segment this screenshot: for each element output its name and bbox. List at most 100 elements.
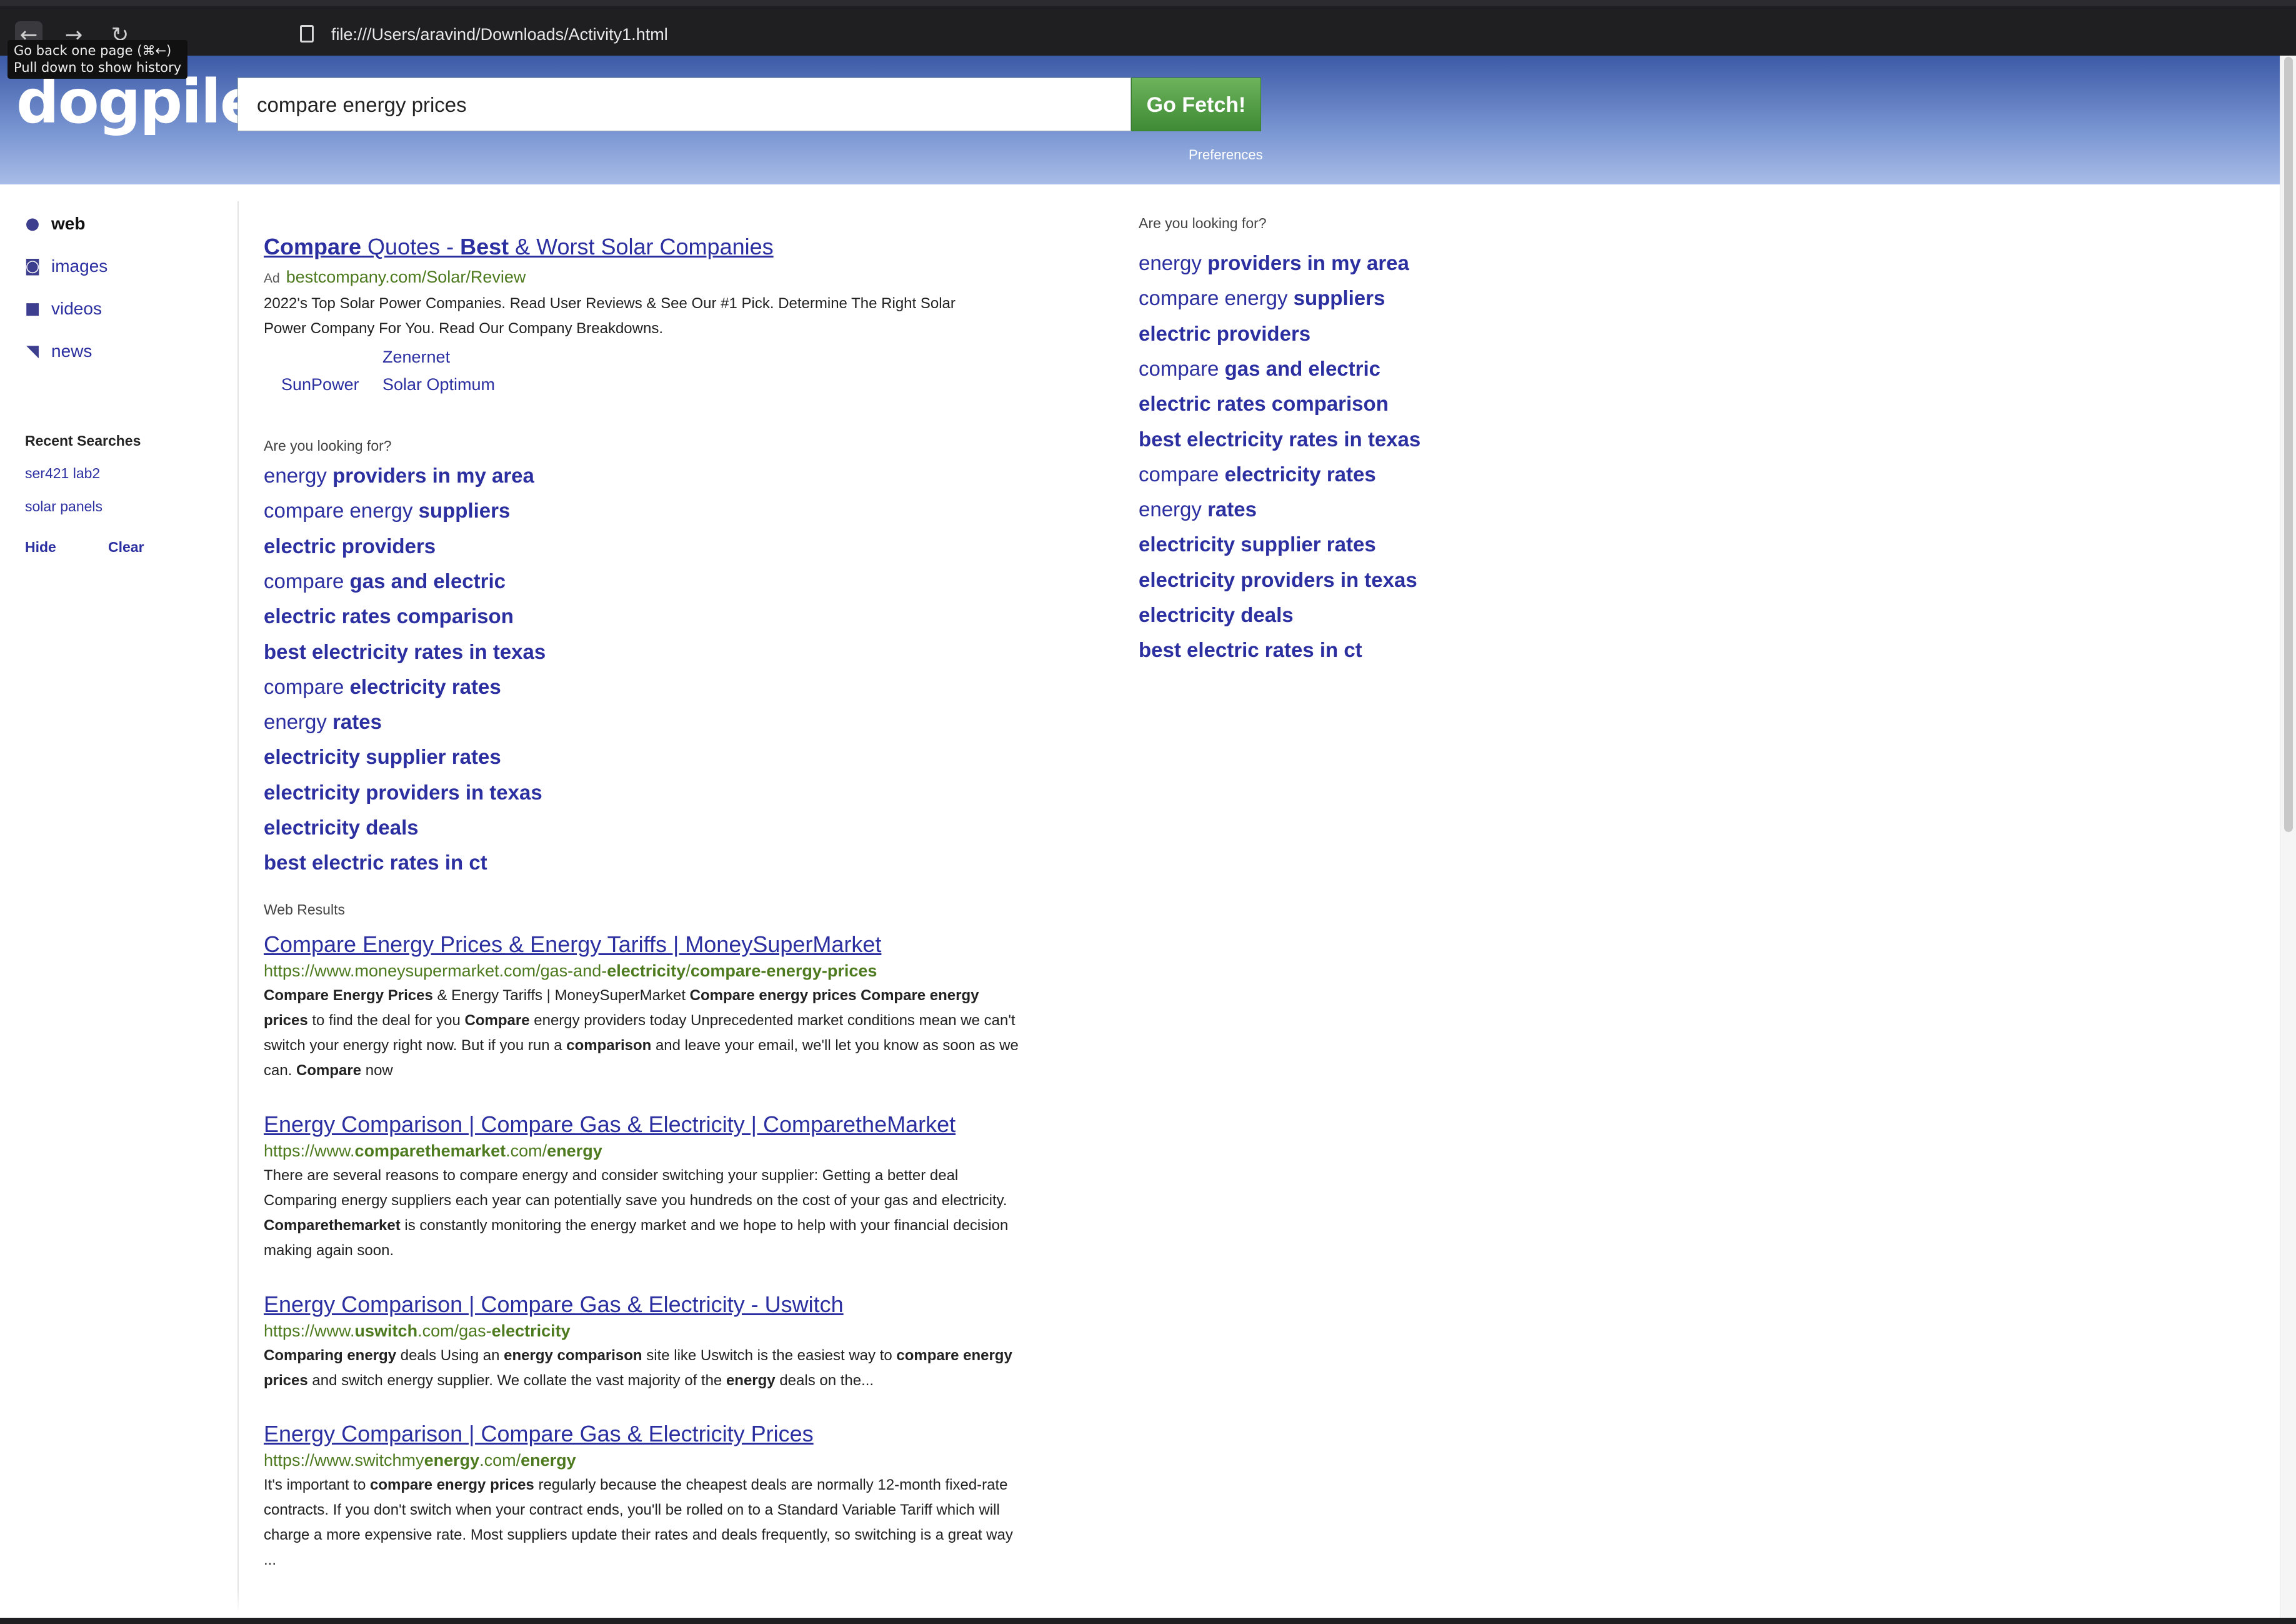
result-snippet-part: Compare [464, 1012, 530, 1029]
related-search-plain: energy [1139, 498, 1208, 521]
related-search-link[interactable]: energy rates [264, 710, 382, 734]
related-search-plain: compare energy [1139, 286, 1294, 310]
result-title-link[interactable]: Compare Energy Prices & Energy Tariffs |… [264, 931, 1020, 958]
result-title-link[interactable]: Energy Comparison | Compare Gas & Electr… [264, 1111, 1020, 1138]
sidebar-item-news[interactable]: ◥ news [24, 339, 92, 364]
result-url[interactable]: https://www.switchmyenergy.com/energy [264, 1451, 1020, 1470]
related-search-bold: electricity providers in texas [264, 780, 542, 804]
sidebar-item-web[interactable]: ● web [24, 211, 86, 236]
address-url[interactable]: file:///Users/aravind/Downloads/Activity… [331, 25, 668, 44]
related-search-link[interactable]: best electricity rates in texas [264, 640, 546, 664]
sidebar-item-images[interactable]: ◙ images [24, 254, 107, 279]
result-url[interactable]: https://www.moneysupermarket.com/gas-and… [264, 961, 1020, 981]
sidebar-item-videos[interactable]: ■ videos [24, 296, 102, 321]
related-search-link[interactable]: electric providers [264, 534, 436, 558]
related-search-bold: electric rates comparison [264, 604, 514, 628]
related-search-link[interactable]: electric providers [1139, 322, 1310, 346]
result-url-part: https://www. [264, 1141, 355, 1160]
related-search-link[interactable]: electricity providers in texas [1139, 568, 1417, 592]
related-search-link[interactable]: energy providers in my area [1139, 251, 1409, 275]
related-search-link[interactable]: electricity supplier rates [1139, 533, 1376, 556]
result-url-part: https://www.moneysupermarket.com/gas-and… [264, 961, 607, 980]
related-search-bold: best electricity rates in texas [1139, 427, 1421, 451]
related-search-link[interactable]: electricity deals [264, 816, 419, 840]
related-search-bold: suppliers [418, 499, 511, 523]
related-search-link[interactable]: compare energy suppliers [264, 499, 510, 523]
ad-sitelink[interactable]: Zenernet [382, 348, 450, 367]
related-search-link[interactable]: best electric rates in ct [264, 851, 487, 875]
related-search-link[interactable]: best electricity rates in texas [1139, 428, 1420, 451]
related-search-bold: electricity rates [349, 674, 501, 698]
result-url[interactable]: https://www.comparethemarket.com/energy [264, 1141, 1020, 1161]
related-search-link[interactable]: compare gas and electric [264, 569, 506, 593]
preferences-link[interactable]: Preferences [1189, 147, 1263, 163]
ad-title-part: Quotes - [361, 234, 461, 259]
result-snippet-part: Compare Energy Prices [264, 987, 433, 1004]
result-snippet-part: Compare [296, 1062, 362, 1079]
result-url-part: electricity [491, 1321, 571, 1340]
related-search-link[interactable]: electricity deals [1139, 603, 1294, 627]
result-snippet-part: now [361, 1062, 393, 1079]
related-search-plain: energy [1139, 251, 1208, 274]
recent-search-item[interactable]: ser421 lab2 [25, 465, 100, 482]
result-snippet-part: comparison [566, 1037, 652, 1054]
result-snippet-part: and switch energy supplier. We collate t… [307, 1372, 726, 1389]
related-search-bold: providers in my area [332, 464, 534, 487]
ad-description: 2022's Top Solar Power Companies. Read U… [264, 295, 956, 337]
result-title-link[interactable]: Energy Comparison | Compare Gas & Electr… [264, 1291, 1020, 1318]
related-search-link[interactable]: compare gas and electric [1139, 357, 1380, 381]
related-search-bold: rates [332, 710, 382, 734]
related-search-link[interactable]: compare energy suppliers [1139, 286, 1385, 310]
search-result: Energy Comparison | Compare Gas & Electr… [264, 1421, 1020, 1573]
ad-sitelink[interactable]: SunPower [281, 375, 359, 394]
related-search-link[interactable]: electricity providers in texas [264, 781, 542, 804]
related-search-plain: compare [1139, 356, 1225, 380]
result-url-part: comparethemarket [354, 1141, 506, 1160]
related-search-bold: electric providers [1139, 321, 1311, 345]
page-scrollbar[interactable] [2280, 56, 2296, 1624]
related-search-link[interactable]: energy providers in my area [264, 464, 534, 488]
ad-url[interactable]: bestcompany.com/Solar/Review [286, 268, 526, 286]
related-search-bold: best electric rates in ct [1139, 638, 1362, 662]
ad-title-part: Best [460, 234, 509, 259]
looking-for-title: Are you looking for? [264, 438, 392, 454]
related-search-link[interactable]: electricity supplier rates [264, 745, 501, 769]
result-url[interactable]: https://www.uswitch.com/gas-electricity [264, 1321, 1020, 1341]
related-search-bold: electricity providers in texas [1139, 568, 1417, 591]
search-result: Energy Comparison | Compare Gas & Electr… [264, 1111, 1020, 1263]
address-bar[interactable]: file:///Users/aravind/Downloads/Activity… [289, 19, 2289, 51]
hide-recent-button[interactable]: Hide [25, 539, 56, 556]
recent-search-item[interactable]: solar panels [25, 498, 102, 515]
window-bottom-edge [0, 1618, 2296, 1624]
go-fetch-button[interactable]: Go Fetch! [1131, 78, 1261, 131]
ad-title-part: & Worst Solar Companies [509, 234, 774, 259]
rss-icon: ◥ [26, 342, 39, 361]
result-title-link[interactable]: Energy Comparison | Compare Gas & Electr… [264, 1421, 1020, 1447]
site-header: dogpile® compare energy prices Go Fetch!… [0, 56, 2280, 184]
scrollbar-thumb[interactable] [2284, 57, 2293, 832]
ad-title-link[interactable]: Compare Quotes - Best & Worst Solar Comp… [264, 234, 774, 260]
tooltip-line-1: Go back one page (⌘←) [14, 43, 172, 58]
related-search-plain: compare [264, 674, 350, 698]
related-search-bold: providers in my area [1207, 251, 1409, 274]
result-snippet-part: deals on the... [775, 1372, 874, 1389]
clear-recent-button[interactable]: Clear [108, 539, 144, 556]
related-search-plain: compare energy [264, 499, 419, 523]
result-url-part: https://www.switchmy [264, 1451, 424, 1470]
related-search-link[interactable]: best electric rates in ct [1139, 638, 1362, 662]
related-search-link[interactable]: energy rates [1139, 498, 1257, 521]
related-search-plain: compare [264, 569, 350, 593]
related-search-link[interactable]: electric rates comparison [1139, 392, 1389, 416]
related-search-link[interactable]: compare electricity rates [1139, 463, 1376, 486]
related-search-link[interactable]: compare electricity rates [264, 675, 501, 699]
related-search-bold: gas and electric [1224, 356, 1381, 380]
related-search-link[interactable]: electric rates comparison [264, 604, 514, 628]
result-url-part: energy [424, 1451, 480, 1470]
result-snippet-part: There are several reasons to compare ene… [264, 1167, 1007, 1209]
recent-searches-title: Recent Searches [25, 433, 141, 449]
result-snippet: Comparing energy deals Using an energy c… [264, 1343, 1020, 1393]
search-input[interactable]: compare energy prices [237, 78, 1131, 131]
ad-sitelink[interactable]: Solar Optimum [382, 375, 495, 394]
sidebar-item-label: images [51, 256, 108, 276]
looking-for-title-right: Are you looking for? [1139, 215, 1267, 231]
